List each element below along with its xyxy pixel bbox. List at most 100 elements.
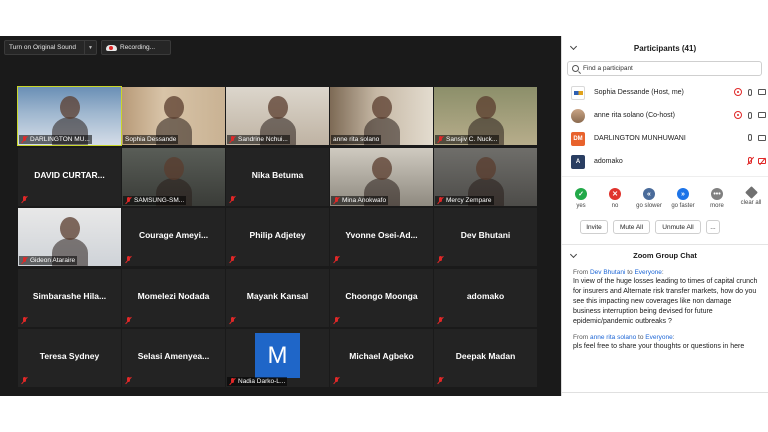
reaction-label: go faster [671,203,695,209]
participant-name: anne rita solano (Co-host) [594,112,675,119]
faster-icon: » [677,188,689,200]
video-tile[interactable]: Yvonne Osei-Ad... [330,208,433,266]
video-tile[interactable]: adomako [434,268,537,327]
video-tile[interactable]: Momelezi Nodada [122,268,225,327]
invite-button[interactable]: Invite [580,220,608,234]
muted-mic-icon[interactable] [748,157,752,164]
cloud-recording-icon [106,44,117,51]
collapse-chevron-icon[interactable] [569,250,578,259]
participant-name: Michael Agbeko [349,351,414,361]
mute-all-button[interactable]: Mute All [613,220,650,234]
video-tile[interactable]: Simbarashe Hila... [18,268,121,327]
muted-mic-icon [229,136,236,143]
reaction-yes-button[interactable]: ✓ yes [564,188,598,209]
search-icon [572,65,579,72]
muted-mic-icon [333,256,340,263]
name-tag: DARLINGTON MU... [19,135,92,144]
side-panel: Participants (41) Sophia Dessande (Host,… [561,36,768,396]
video-tile[interactable]: M Nadia Darko-L... [226,329,329,387]
video-camera-icon[interactable] [758,134,766,141]
more-options-button[interactable]: ... [706,220,720,234]
microphone-icon[interactable] [748,88,752,96]
name-tag: Sandrine Nchui... [227,135,290,144]
reaction-go-slower-button[interactable]: « go slower [632,188,666,209]
collapse-chevron-icon[interactable] [569,42,578,51]
unmute-all-button[interactable]: Unmute All [655,220,701,234]
muted-mic-icon [125,196,132,204]
video-camera-icon[interactable] [758,89,766,95]
reaction-clear-all-button[interactable]: clear all [734,186,768,209]
participant-name: DARLINGTON MUNHUWANI [594,135,686,142]
participant-row[interactable]: anne rita solano (Co-host) [562,104,768,127]
video-tile[interactable]: Mayank Kansal [226,268,329,327]
muted-mic-icon [21,195,28,203]
participant-row[interactable]: Aadomako [562,150,768,173]
video-tile[interactable]: anne rita solano [330,87,433,145]
chat-message: From Dev Bhutani to Everyone: In view of … [573,269,760,327]
muted-mic-icon [125,316,132,324]
participant-status-icons [748,157,766,164]
video-tile[interactable]: Mina Anokwafo [330,147,433,206]
participant-name: DAVID CURTAR... [34,169,105,180]
muted-mic-icon [437,136,444,143]
participant-search[interactable] [567,61,762,76]
video-tile[interactable]: Michael Agbeko [330,329,433,387]
video-tile[interactable]: Gideon Ataraire [18,208,121,266]
video-tile[interactable]: Dev Bhutani [434,208,537,266]
chat-recipient[interactable]: Everyone [645,334,672,341]
participant-search-input[interactable] [583,65,753,72]
chat-recipient[interactable]: Everyone [634,269,661,276]
chat-sender[interactable]: Dev Bhutani [590,269,625,276]
chat-header: Zoom Group Chat [562,244,768,265]
chat-message: From anne rita solano to Everyone: pls fe… [573,334,760,352]
reaction-more-button[interactable]: ••• more [700,188,734,209]
video-tile[interactable]: SAMSUNG-SM... [122,147,225,206]
participant-name: Gideon Ataraire [30,257,76,264]
video-tile[interactable]: Philip Adjetey [226,208,329,266]
video-tile[interactable]: Nika Betuma [226,147,329,206]
chat-messages: From Dev Bhutani to Everyone: In view of … [562,265,768,352]
reaction-no-button[interactable]: ✕ no [598,188,632,209]
muted-mic-icon [437,377,444,384]
microphone-icon[interactable] [748,111,752,119]
participant-name: Mercy Zempare [446,196,492,204]
video-tile[interactable]: Mercy Zempare [434,147,537,206]
reaction-label: clear all [740,200,762,206]
video-tile[interactable]: Deepak Madan [434,329,537,387]
participant-row[interactable]: DM DARLINGTON MUNHUWANI [562,127,768,150]
video-off-icon[interactable] [758,157,766,164]
video-tile[interactable]: Sansjiv C. Nuck... [434,87,537,145]
muted-mic-icon [21,257,28,264]
muted-mic-icon [333,316,340,324]
video-camera-icon[interactable] [758,112,766,118]
recording-indicator[interactable]: Recording... [101,40,171,55]
video-tile[interactable]: Courage Ameyi... [122,208,225,266]
participant-row[interactable]: Sophia Dessande (Host, me) [562,81,768,104]
video-tile[interactable]: Selasi Amenyea... [122,329,225,387]
microphone-icon[interactable] [748,134,752,141]
meeting-top-bar: Turn on Original Sound ▼ Recording... [0,36,561,60]
avatar: DM [571,131,585,146]
participant-name: adomako [594,158,623,165]
video-tile[interactable]: DAVID CURTAR... [18,147,121,206]
participant-name: Teresa Sydney [39,351,100,361]
video-tile[interactable]: DARLINGTON MU... [17,86,122,146]
video-tile[interactable]: Sophia Dessande [122,87,225,145]
recording-icon[interactable] [734,88,742,96]
avatar [571,85,585,100]
participant-name: Yvonne Osei-Ad... [345,230,418,240]
video-tile[interactable]: Choongo Moonga [330,268,433,327]
recording-icon[interactable] [734,111,742,119]
name-tag: Nadia Darko-L... [227,377,288,386]
chat-input-area[interactable] [562,392,768,396]
participant-name: Courage Ameyi... [138,230,209,240]
chevron-down-icon[interactable]: ▼ [84,41,96,54]
reaction-label: yes [576,203,586,209]
participant-actions: Invite Mute All Unmute All ... [562,220,768,234]
chat-sender[interactable]: anne rita solano [590,334,636,341]
participant-name: Sophia Dessande (Host, me) [594,89,684,96]
original-sound-button[interactable]: Turn on Original Sound ▼ [4,40,97,55]
video-tile[interactable]: Teresa Sydney [18,329,121,387]
video-tile[interactable]: Sandrine Nchui... [226,87,329,145]
reaction-go-faster-button[interactable]: » go faster [666,188,700,209]
